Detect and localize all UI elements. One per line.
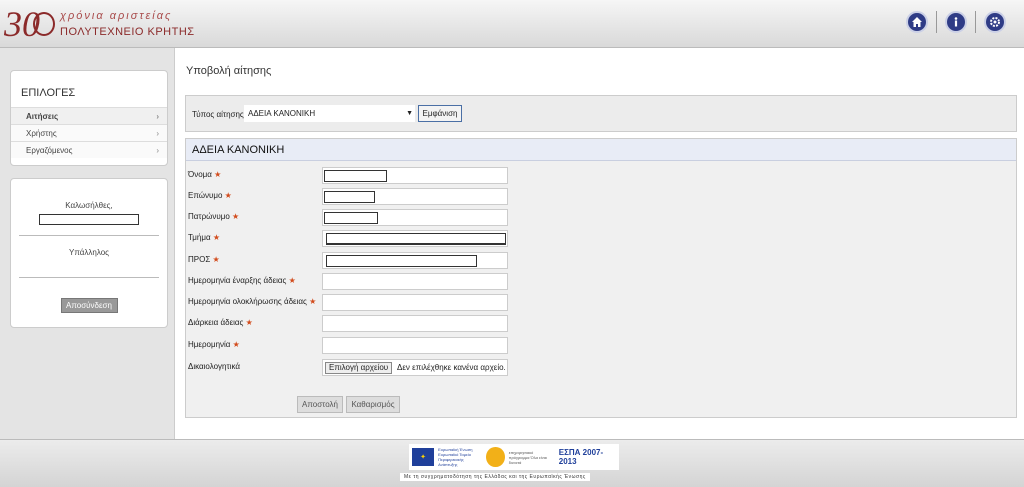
sidebar-item-label: Αιτήσεις — [26, 112, 59, 121]
form-row-department: Τμήμα ★ — [188, 230, 508, 247]
dropdown-arrow-icon: ▼ — [406, 110, 413, 117]
recipient-field[interactable] — [322, 252, 508, 269]
form-row-fathers-name: Πατρώνυμο ★ — [188, 209, 508, 226]
settings-icon[interactable] — [984, 11, 1006, 33]
logout-button[interactable]: Αποσύνδεση — [60, 298, 118, 313]
sidebar: ΕΠΙΛΟΓΕΣ Αιτήσεις › Χρήστης › Εργαζόμενο… — [0, 48, 175, 439]
espa-logo: ΕΣΠΑ 2007-2013 — [558, 448, 604, 466]
date-field[interactable] — [322, 337, 508, 354]
field-label: Ημερομηνία ★ — [188, 340, 240, 349]
user-panel: Καλωσήλθες, Υπάλληλος Αποσύνδεση — [10, 178, 168, 328]
footer: ✦ Ευρωπαϊκή Ένωση Ευρωπαϊκό Ταμείο Περιφ… — [0, 439, 1024, 487]
chevron-right-icon: › — [156, 129, 159, 138]
field-label: Ημερομηνία έναρξης άδειας ★ — [188, 276, 296, 285]
application-type-bar: Τύπος αίτησης: ΑΔΕΙΑ ΚΑΝΟΝΙΚΗ ▼ Εμφάνιση — [185, 95, 1017, 132]
form-row-duration: Διάρκεια άδειας ★ — [188, 315, 508, 332]
sidebar-item-applications[interactable]: Αιτήσεις › — [11, 107, 167, 124]
sidebar-item-label: Χρήστης — [26, 129, 57, 138]
fathers-name-field[interactable] — [322, 209, 508, 226]
choose-file-button[interactable]: Επιλογή αρχείου — [325, 362, 393, 374]
application-type-select[interactable]: ΑΔΕΙΑ ΚΑΝΟΝΙΚΗ ▼ — [244, 105, 415, 122]
header-divider — [936, 11, 937, 33]
cofunding-note: Με τη συγχρηματοδότηση της Ελλάδας και τ… — [400, 473, 590, 481]
clear-button[interactable]: Καθαρισμός — [346, 396, 400, 413]
app-header: 30 χρόνια αριστείας ΠΟΛΥΤΕΧΝΕΙΟ ΚΡΗΤΗΣ — [0, 0, 1024, 48]
form-title: ΑΔΕΙΑ ΚΑΝΟΝΙΚΗ — [186, 139, 1016, 161]
show-button[interactable]: Εμφάνιση — [418, 105, 462, 122]
field-label: Ημερομηνία ολοκλήρωσης άδειας ★ — [188, 297, 317, 306]
sidebar-item-label: Εργαζόμενος — [26, 146, 73, 155]
duration-field[interactable] — [322, 315, 508, 332]
form-row-last-name: Επώνυμο ★ — [188, 188, 508, 205]
header-divider — [975, 11, 976, 33]
last-name-field[interactable] — [322, 188, 508, 205]
home-icon[interactable] — [906, 11, 928, 33]
welcome-text: Καλωσήλθες, — [65, 201, 113, 210]
chevron-right-icon: › — [156, 146, 159, 155]
university-logo[interactable]: 30 χρόνια αριστείας ΠΟΛΥΤΕΧΝΕΙΟ ΚΡΗΤΗΣ — [4, 4, 194, 44]
chevron-right-icon: › — [156, 112, 159, 121]
options-menu: ΕΠΙΛΟΓΕΣ Αιτήσεις › Χρήστης › Εργαζόμενο… — [10, 70, 168, 166]
funding-logos: ✦ Ευρωπαϊκή Ένωση Ευρωπαϊκό Ταμείο Περιφ… — [409, 444, 619, 470]
username-box — [39, 214, 139, 225]
sidebar-item-user[interactable]: Χρήστης › — [11, 124, 167, 141]
field-label: Πατρώνυμο ★ — [188, 212, 240, 221]
user-role: Υπάλληλος — [69, 248, 109, 257]
program-logo-text: επιχειρησιακό πρόγραμμα Όλα είναι δυνατά — [508, 449, 547, 465]
submit-button[interactable]: Αποστολή — [297, 396, 343, 413]
header-icons — [898, 11, 1006, 33]
department-field[interactable] — [322, 230, 508, 247]
application-type-value: ΑΔΕΙΑ ΚΑΝΟΝΙΚΗ — [248, 109, 316, 118]
menu-title: ΕΠΙΛΟΓΕΣ — [21, 87, 76, 99]
divider — [19, 235, 159, 236]
form-row-end-date: Ημερομηνία ολοκλήρωσης άδειας ★ — [188, 294, 508, 311]
logo-institution: ΠΟΛΥΤΕΧΝΕΙΟ ΚΡΗΤΗΣ — [60, 26, 195, 38]
main-content: Υποβολή αίτησης Τύπος αίτησης: ΑΔΕΙΑ ΚΑΝ… — [176, 48, 1024, 439]
program-logo-icon — [486, 447, 505, 467]
first-name-field[interactable] — [322, 167, 508, 184]
divider — [19, 277, 159, 278]
page-title: Υποβολή αίτησης — [186, 65, 272, 77]
field-label: Διάρκεια άδειας ★ — [188, 318, 253, 327]
end-date-field[interactable] — [322, 294, 508, 311]
field-label: Δικαιολογητικά — [188, 362, 240, 371]
form-row-documents: Δικαιολογητικά Επιλογή αρχείου Δεν επιλέ… — [188, 359, 508, 376]
start-date-field[interactable] — [322, 273, 508, 290]
logo-tagline: χρόνια αριστείας — [60, 10, 173, 22]
file-upload: Επιλογή αρχείου Δεν επιλέχθηκε κανένα αρ… — [322, 359, 508, 376]
field-label: ΠΡΟΣ ★ — [188, 255, 220, 264]
info-icon[interactable] — [945, 11, 967, 33]
field-label: Όνομα ★ — [188, 170, 222, 179]
eu-logo-text: Ευρωπαϊκή Ένωση Ευρωπαϊκό Ταμείο Περιφερ… — [438, 447, 473, 467]
file-status-text: Δεν επιλέχθηκε κανένα αρχείο. — [397, 363, 506, 372]
field-label: Επώνυμο ★ — [188, 191, 232, 200]
form-row-first-name: Όνομα ★ — [188, 167, 508, 184]
logo-emblem-icon — [33, 12, 55, 36]
field-label: Τμήμα ★ — [188, 233, 220, 242]
form-row-recipient: ΠΡΟΣ ★ — [188, 252, 508, 269]
sidebar-item-employee[interactable]: Εργαζόμενος › — [11, 141, 167, 158]
eu-flag-icon: ✦ — [412, 448, 435, 466]
form-row-start-date: Ημερομηνία έναρξης άδειας ★ — [188, 273, 508, 290]
application-form: ΑΔΕΙΑ ΚΑΝΟΝΙΚΗ Όνομα ★ Επώνυμο ★ Πατρώνυ… — [185, 138, 1017, 418]
application-type-label: Τύπος αίτησης: — [192, 110, 246, 119]
form-row-date: Ημερομηνία ★ — [188, 337, 508, 354]
